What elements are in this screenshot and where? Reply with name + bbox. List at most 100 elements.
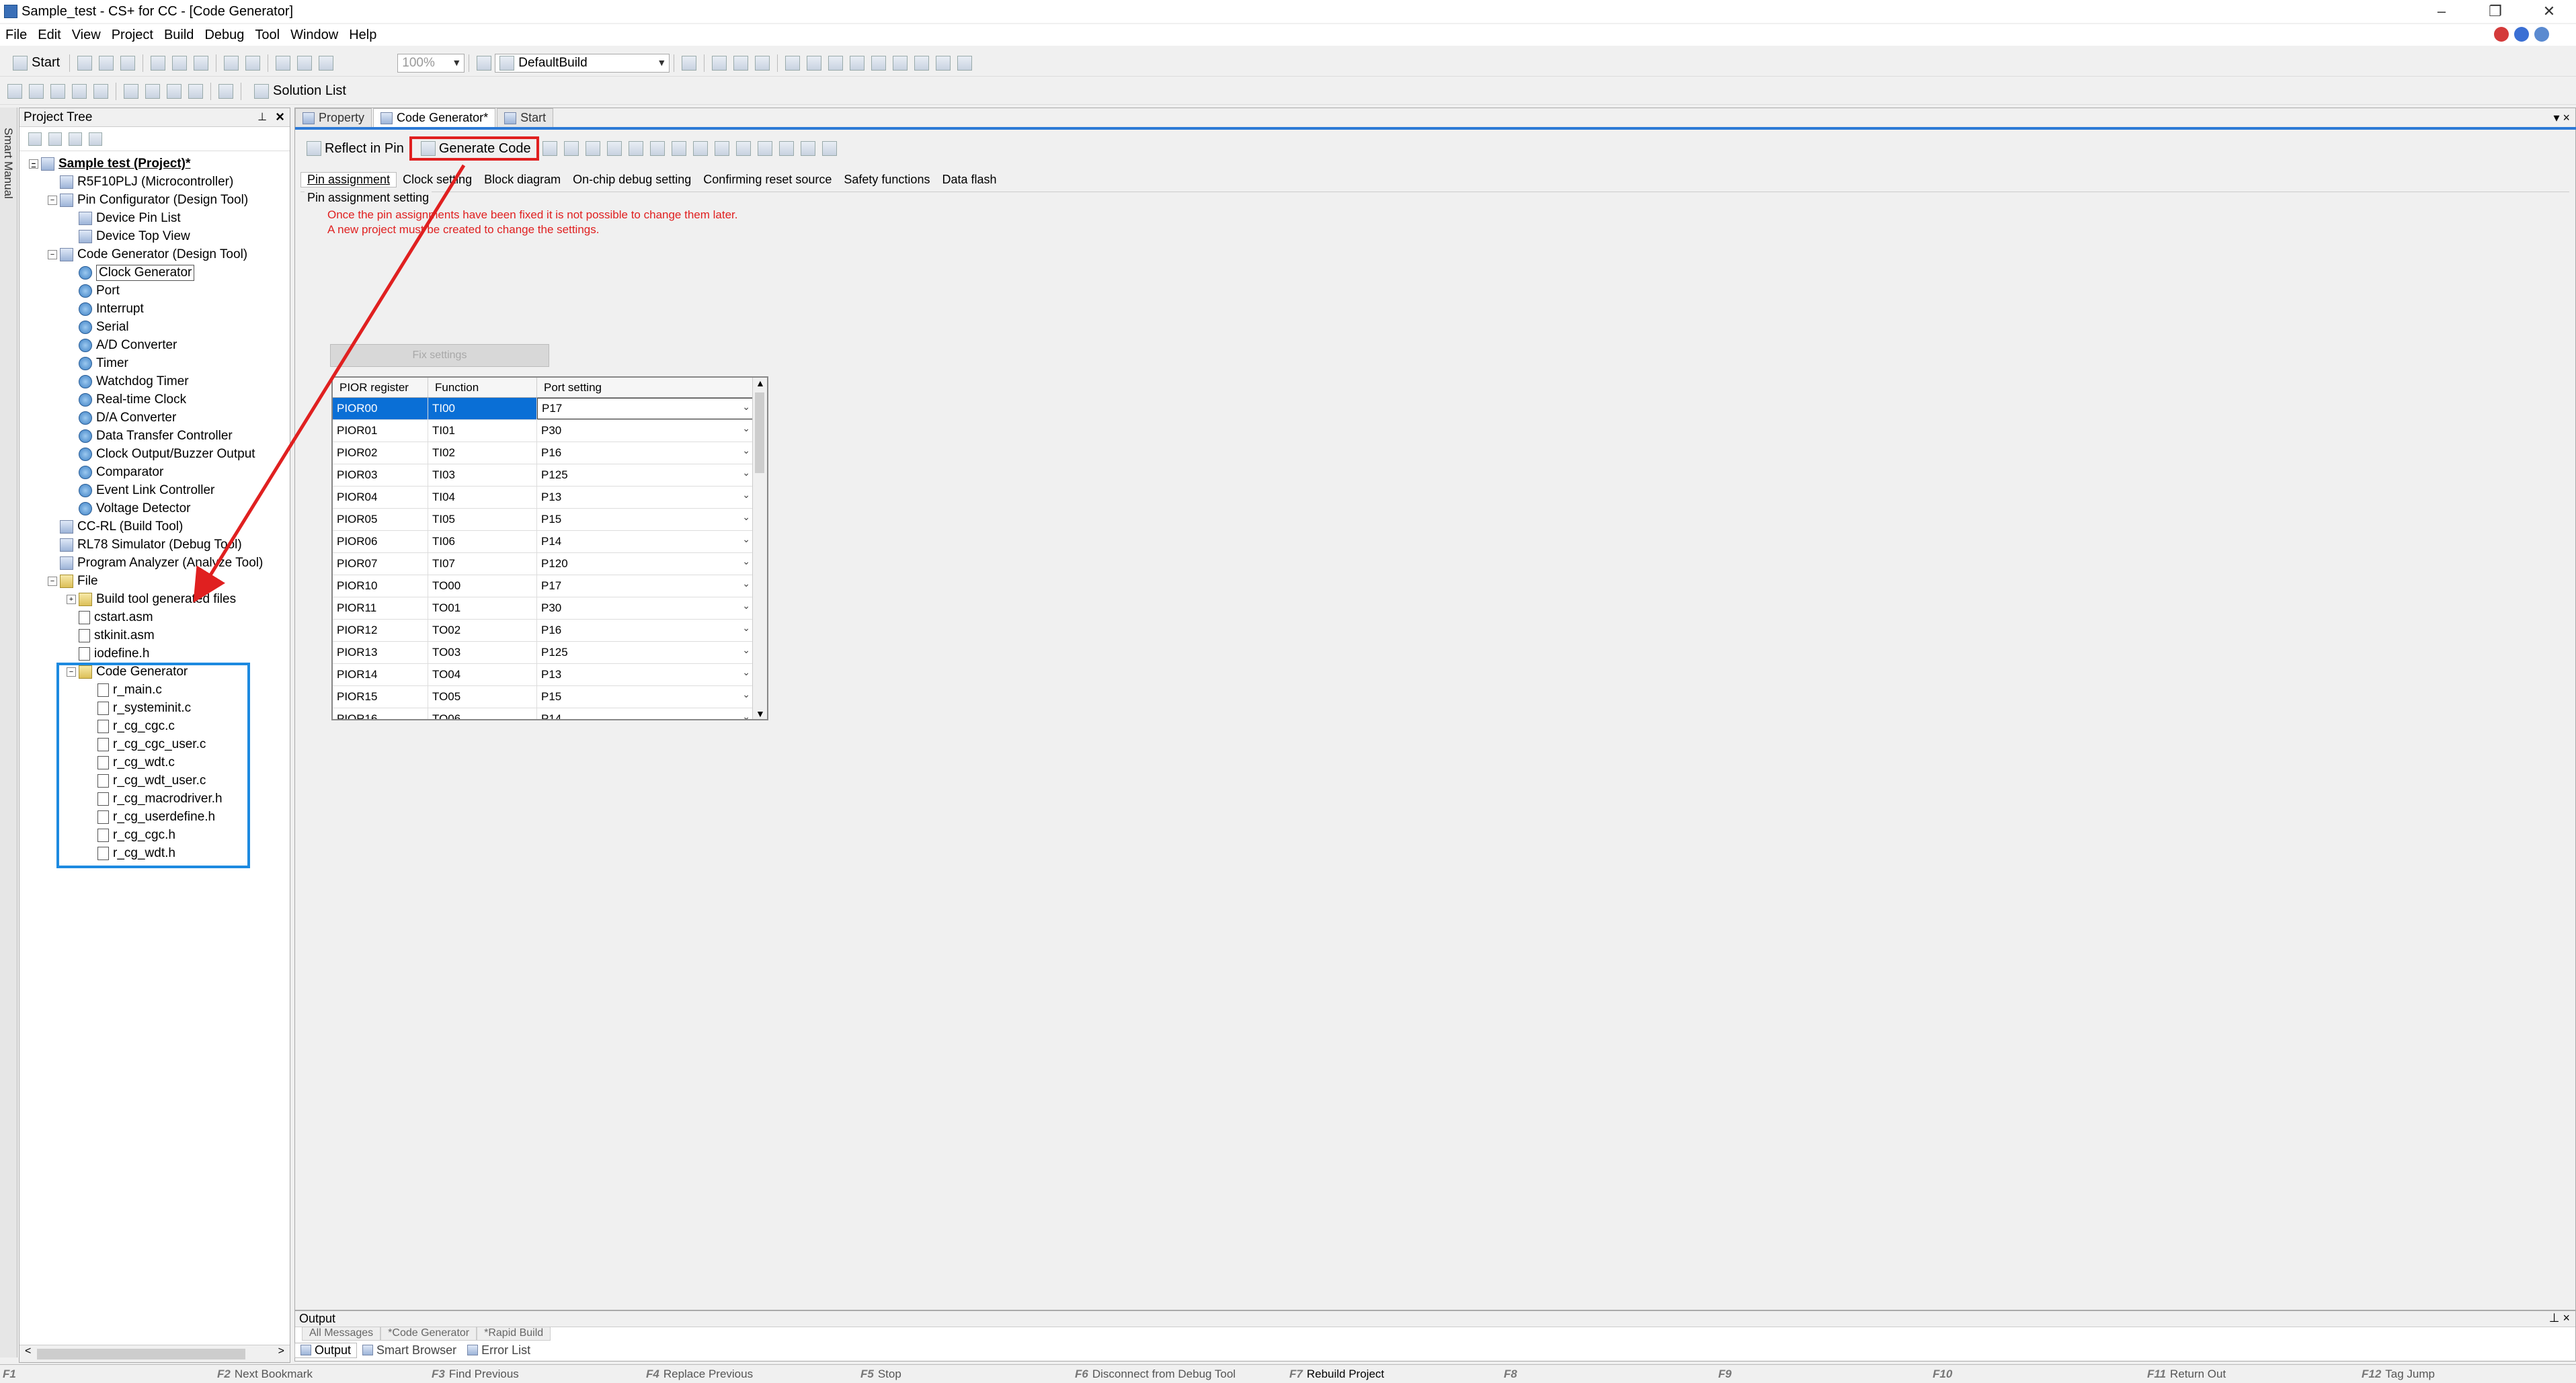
function-key-f6[interactable]: F6 Disconnect from Debug Tool [1072,1365,1287,1383]
table-row[interactable]: PIOR11 TO01 P30 ⌄ [333,597,755,620]
bookmark-prev-icon[interactable] [50,83,65,99]
column-header[interactable]: PIOR register [333,378,428,397]
tab-list-icon[interactable]: ▾ × [2553,111,2570,125]
tree-node[interactable]: − Sample test (Project)* [29,155,190,173]
tree-node[interactable]: stkinit.asm [67,627,155,644]
scroll-right-icon[interactable]: > [278,1345,284,1357]
subtab-on-chip-debug[interactable]: On-chip debug setting [567,173,697,187]
save-icon[interactable] [99,55,114,71]
smart-manual-tab[interactable]: Smart Manual [1,128,15,199]
user-icon[interactable] [69,132,82,146]
cg-tool-icon[interactable] [606,141,622,156]
new-file-icon[interactable] [77,55,93,71]
tree-node[interactable]: RL78 Simulator (Debug Tool) [48,536,242,554]
port-setting-select[interactable]: P15 ⌄ [537,509,755,530]
fix-settings-button[interactable]: Fix settings [330,344,549,367]
tree-node[interactable]: Event Link Controller [67,482,214,499]
table-row[interactable]: PIOR00 TI00 P17 ⌄ [333,398,755,420]
scroll-left-icon[interactable]: < [25,1345,31,1357]
tree-node[interactable]: Port [67,282,120,300]
port-setting-select[interactable]: P14 ⌄ [537,708,755,719]
tree-node[interactable]: Data Transfer Controller [67,427,233,445]
cg-tool-icon[interactable] [692,141,708,156]
port-setting-select[interactable]: P17 ⌄ [537,575,755,597]
disconnect-icon[interactable] [936,55,951,71]
chevron-down-icon[interactable]: ⌄ [742,534,750,545]
chevron-down-icon[interactable]: ⌄ [742,423,750,434]
port-setting-select[interactable]: P16 ⌄ [537,442,755,464]
cg-tool-icon[interactable] [714,141,729,156]
tree-node[interactable]: Device Pin List [67,210,181,227]
refresh-icon[interactable] [89,132,102,146]
minimize-button[interactable]: – [2415,0,2468,23]
tree-node[interactable]: − Code Generator (Design Tool) [48,246,247,263]
vertical-scrollbar[interactable]: ▲ ▼ [752,378,767,719]
restore-button[interactable]: ❐ [2468,0,2522,23]
port-setting-select[interactable]: P125 ⌄ [537,464,755,486]
function-key-f10[interactable]: F10 [1930,1365,2144,1383]
tree-node[interactable]: Comparator [67,464,163,481]
tab-property[interactable]: Property [295,108,372,127]
function-key-f2[interactable]: F2 Next Bookmark [214,1365,429,1383]
find-icon[interactable] [276,55,291,71]
step-over-icon[interactable] [850,55,865,71]
chevron-down-icon[interactable]: ⌄ [742,689,750,700]
table-row[interactable]: PIOR12 TO02 P16 ⌄ [333,620,755,642]
outdent-icon[interactable] [145,83,160,99]
chevron-down-icon[interactable]: ⌄ [742,667,750,678]
cg-tool-icon[interactable] [628,141,643,156]
window-icon[interactable] [218,83,233,99]
expand-icon[interactable]: + [67,595,76,604]
table-row[interactable]: PIOR03 TI03 P125 ⌄ [333,464,755,487]
function-key-f7[interactable]: F7 Rebuild Project [1287,1365,1501,1383]
chevron-down-icon[interactable]: ⌄ [742,556,750,567]
tree-node[interactable]: Serial [67,319,129,336]
stop-icon[interactable] [785,55,801,71]
tree-node[interactable]: A/D Converter [67,337,177,354]
chevron-down-icon[interactable]: ⌄ [742,401,750,413]
subtab-reset-source[interactable]: Confirming reset source [697,173,838,187]
cg-tool-icon[interactable] [649,141,665,156]
redo-icon[interactable] [245,55,261,71]
build-config-combo[interactable]: DefaultBuild ▼ [495,53,670,73]
restart-icon[interactable] [893,55,908,71]
scroll-thumb[interactable] [755,392,764,473]
tree-node[interactable]: iodefine.h [67,645,149,663]
port-setting-select[interactable]: P16 ⌄ [537,620,755,641]
cg-tool-icon[interactable] [821,141,837,156]
indent-icon[interactable] [124,83,138,99]
tab-start[interactable]: Start [497,108,554,127]
tab-error-list[interactable]: Error List [462,1343,536,1357]
menu-project[interactable]: Project [106,28,159,43]
info-icon[interactable] [2534,27,2549,42]
tree-node[interactable]: − Pin Configurator (Design Tool) [48,192,248,209]
generate-code-button[interactable]: Generate Code [409,136,539,161]
collapse-icon[interactable]: − [48,577,57,586]
scroll-up-icon[interactable]: ▲ [756,378,765,388]
cg-tool-icon[interactable] [542,141,557,156]
cg-tool-icon[interactable] [671,141,686,156]
go-icon[interactable] [807,55,822,71]
sort-icon[interactable] [28,132,42,146]
tree-node[interactable]: CC-RL (Build Tool) [48,518,183,536]
subtab-pin-assignment[interactable]: Pin assignment [300,171,397,187]
tab-smart-browser[interactable]: Smart Browser [357,1343,462,1357]
port-setting-select[interactable]: P30 ⌄ [537,420,755,442]
port-setting-select[interactable]: P13 ⌄ [537,487,755,508]
table-row[interactable]: PIOR01 TI01 P30 ⌄ [333,420,755,442]
replace-icon[interactable] [319,55,334,71]
table-row[interactable]: PIOR15 TO05 P15 ⌄ [333,686,755,708]
chevron-down-icon[interactable]: ⌄ [742,622,750,634]
port-setting-select[interactable]: P125 ⌄ [537,642,755,663]
subtab-block-diagram[interactable]: Block diagram [478,173,567,187]
table-row[interactable]: PIOR14 TO04 P13 ⌄ [333,664,755,686]
tab-code-generator[interactable]: Code Generator* [373,108,496,127]
column-header[interactable]: Port setting [537,378,755,397]
return-out-icon[interactable] [871,55,887,71]
cg-tool-icon[interactable] [778,141,794,156]
function-key-f5[interactable]: F5 Stop [858,1365,1072,1383]
tree-node[interactable]: D/A Converter [67,409,176,427]
step-in-icon[interactable] [828,55,844,71]
function-key-f11[interactable]: F11 Return Out [2144,1365,2359,1383]
menu-debug[interactable]: Debug [199,28,249,43]
